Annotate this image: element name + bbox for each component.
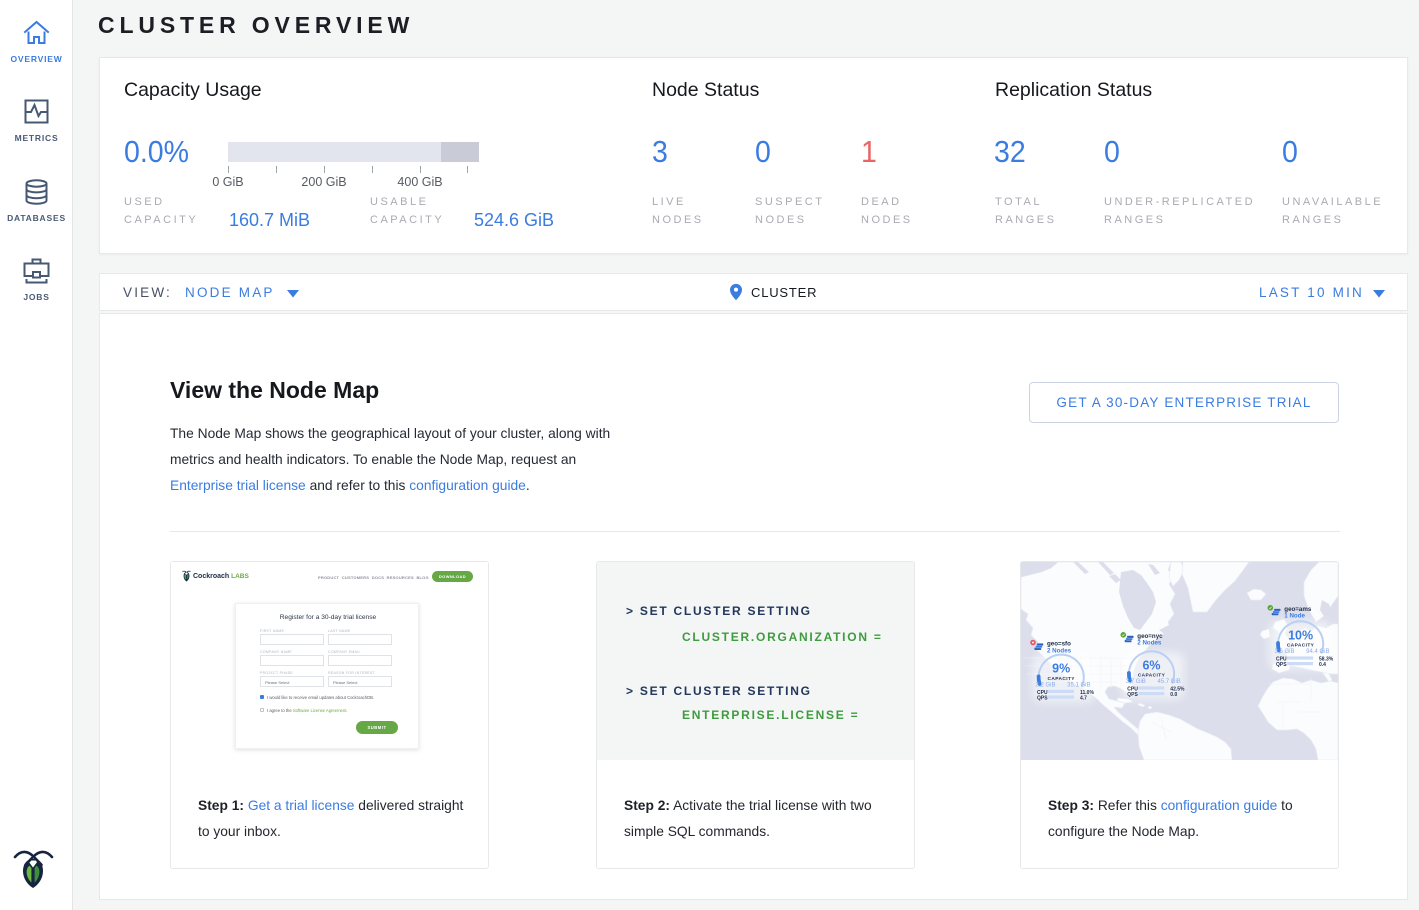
- svg-text:CAPACITY: CAPACITY: [1048, 676, 1076, 682]
- svg-text:45.7 GiB: 45.7 GiB: [1157, 679, 1180, 685]
- svg-text:QPS: QPS: [1276, 662, 1287, 668]
- svg-text:3.6 GiB: 3.6 GiB: [1275, 649, 1295, 655]
- svg-text:CAPACITY: CAPACITY: [1138, 672, 1166, 678]
- svg-text:9%: 9%: [1052, 662, 1070, 676]
- svg-text:0.4: 0.4: [1319, 662, 1326, 668]
- svg-text:94.4 GiB: 94.4 GiB: [1306, 649, 1329, 655]
- svg-text:3.7 GiB: 3.7 GiB: [1126, 679, 1146, 685]
- svg-text:35.1 GiB: 35.1 GiB: [1067, 682, 1090, 688]
- svg-text:4.7: 4.7: [1080, 695, 1087, 701]
- svg-text:0.0: 0.0: [1170, 692, 1177, 698]
- svg-text:6%: 6%: [1142, 658, 1160, 672]
- svg-text:CAPACITY: CAPACITY: [1287, 642, 1315, 648]
- svg-text:10%: 10%: [1288, 628, 1313, 642]
- svg-text:2 Nodes: 2 Nodes: [1137, 640, 1162, 647]
- svg-text:QPS: QPS: [1127, 692, 1138, 698]
- svg-text:2 Nodes: 2 Nodes: [1047, 647, 1072, 654]
- svg-text:1 Node: 1 Node: [1284, 613, 1305, 620]
- svg-text:3.2 GiB: 3.2 GiB: [1036, 682, 1056, 688]
- svg-text:QPS: QPS: [1037, 695, 1048, 701]
